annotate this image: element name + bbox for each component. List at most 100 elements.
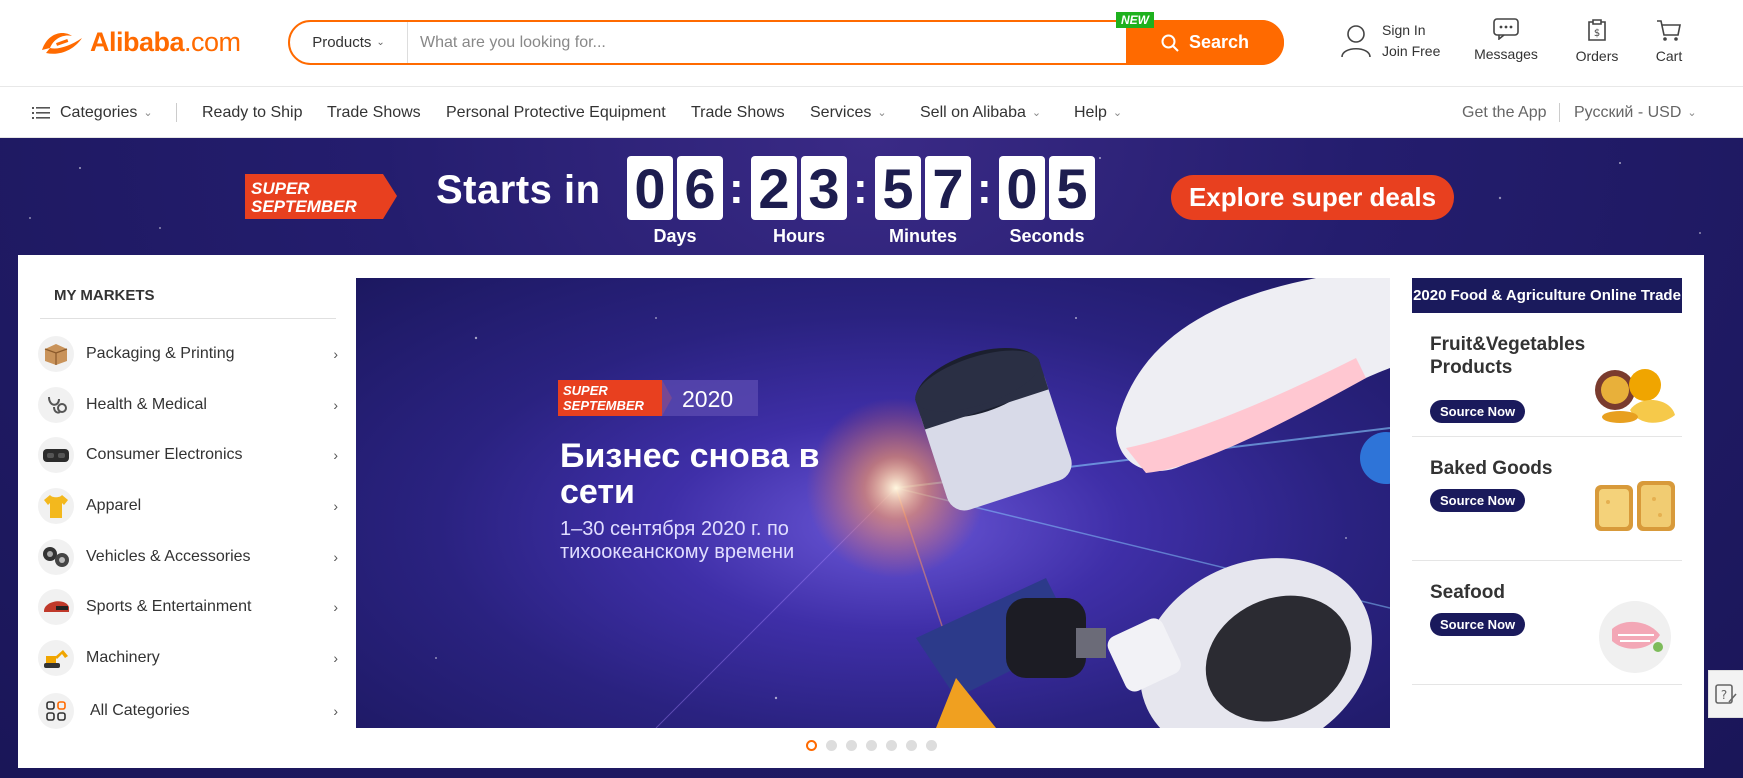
- market-label: Machinery: [86, 649, 160, 666]
- market-sports-entertainment[interactable]: Sports & Entertainment ›: [38, 587, 338, 627]
- digit: 5: [1049, 156, 1095, 220]
- market-apparel[interactable]: Apparel ›: [38, 486, 338, 526]
- user-icon: [1341, 25, 1371, 58]
- orders-label: Orders: [1575, 48, 1619, 64]
- minutes-label: Minutes: [888, 226, 957, 246]
- chevron-down-icon: ⌄: [1031, 107, 1042, 119]
- carousel-dot-active[interactable]: [806, 740, 817, 751]
- badge-line-2: SEPTEMBER: [251, 197, 358, 216]
- source-now-button[interactable]: Source Now: [1430, 400, 1526, 423]
- minutes-digits: 5 7: [875, 156, 975, 220]
- market-consumer-electronics[interactable]: Consumer Electronics ›: [38, 435, 338, 475]
- nav-divider: [1559, 103, 1560, 122]
- carousel-dot[interactable]: [886, 740, 897, 751]
- help-feedback-button[interactable]: ?: [1708, 670, 1743, 718]
- carousel-dots: [806, 740, 946, 751]
- hero-carousel-slide[interactable]: SUPER SEPTEMBER 2020 Бизнес снова в сети…: [356, 278, 1390, 728]
- digit: 3: [801, 156, 847, 220]
- nav-trade-shows-2[interactable]: Trade Shows: [691, 87, 785, 138]
- source-now-button[interactable]: Source Now: [1430, 613, 1526, 636]
- carousel-dot[interactable]: [926, 740, 937, 751]
- orders-icon: $: [1588, 19, 1606, 41]
- search-input[interactable]: [408, 22, 1242, 63]
- helmet-icon: [38, 589, 74, 625]
- chevron-right-icon: ›: [333, 599, 338, 615]
- messages-label: Messages: [1474, 46, 1538, 62]
- chevron-right-icon: ›: [333, 397, 338, 413]
- site-header: Alibaba.com Products ⌄ Search NEW Sign I…: [0, 0, 1743, 87]
- menu-list-icon: [32, 106, 50, 119]
- hours-digits: 2 3: [751, 156, 851, 220]
- search-category-select[interactable]: Products ⌄: [290, 22, 408, 63]
- digit: 5: [875, 156, 921, 220]
- nav-ppe[interactable]: Personal Protective Equipment: [446, 87, 666, 138]
- starts-in-label: Starts in: [436, 168, 601, 212]
- search-bar: Products ⌄ Search NEW: [288, 12, 1284, 65]
- main-panel: MY MARKETS Packaging & Printing › Health…: [18, 255, 1704, 768]
- source-now-button[interactable]: Source Now: [1430, 489, 1526, 512]
- categories-menu[interactable]: Categories ⌄: [32, 87, 153, 138]
- markets-divider: [40, 318, 336, 319]
- carousel-dot[interactable]: [846, 740, 857, 751]
- alibaba-logo-icon: [42, 32, 82, 54]
- hours-label: Hours: [772, 226, 825, 246]
- market-health-medical[interactable]: Health & Medical ›: [38, 385, 338, 425]
- market-label: Apparel: [86, 497, 142, 514]
- search-button-label: Search: [1188, 32, 1250, 52]
- box-icon: [38, 336, 74, 372]
- colon: :: [853, 164, 868, 213]
- excavator-icon: [38, 640, 74, 676]
- carousel-dot[interactable]: [866, 740, 877, 751]
- colon: :: [977, 164, 992, 213]
- svg-text:?: ?: [1721, 688, 1727, 702]
- messages-button[interactable]: Messages: [1466, 18, 1546, 62]
- nav-trade-shows[interactable]: Trade Shows: [327, 87, 421, 138]
- nav-help[interactable]: Help ⌄: [1074, 87, 1122, 138]
- seconds-label: Seconds: [1009, 226, 1085, 246]
- digit: 0: [627, 156, 673, 220]
- food-card-seafood[interactable]: Seafood Source Now: [1412, 561, 1682, 685]
- nav-services[interactable]: Services ⌄: [810, 87, 887, 138]
- alibaba-logo[interactable]: Alibaba.com: [38, 26, 241, 58]
- language-currency-select[interactable]: Русский - USD ⌄: [1574, 87, 1697, 138]
- food-card-title: Baked Goods: [1430, 458, 1553, 479]
- get-the-app-link[interactable]: Get the App: [1462, 87, 1547, 138]
- food-card-title: Seafood: [1430, 582, 1505, 603]
- days-digits: 0 6: [627, 156, 727, 220]
- seafood-image: [1599, 601, 1671, 673]
- digit: 6: [677, 156, 723, 220]
- chevron-right-icon: ›: [333, 549, 338, 565]
- messages-icon: [1493, 18, 1519, 40]
- carousel-dot[interactable]: [826, 740, 837, 751]
- chevron-down-icon: ⌄: [1687, 107, 1697, 119]
- nav-sell-on-alibaba[interactable]: Sell on Alibaba ⌄: [920, 87, 1041, 138]
- market-vehicles-accessories[interactable]: Vehicles & Accessories ›: [38, 537, 338, 577]
- market-all-categories[interactable]: All Categories ›: [38, 691, 338, 731]
- nav-ready-to-ship[interactable]: Ready to Ship: [202, 87, 303, 138]
- sign-in-link[interactable]: Sign In: [1382, 20, 1440, 41]
- hero-badge-line-2: SEPTEMBER: [563, 398, 645, 413]
- colon: :: [729, 164, 744, 213]
- market-machinery[interactable]: Machinery ›: [38, 638, 338, 678]
- market-label: Health & Medical: [86, 396, 207, 413]
- chevron-down-icon: ⌄: [376, 37, 385, 48]
- grid-icon: [38, 693, 74, 729]
- food-panel-header[interactable]: 2020 Food & Agriculture Online Trade: [1412, 278, 1682, 313]
- carousel-dot[interactable]: [906, 740, 917, 751]
- food-card-fruit[interactable]: Fruit&Vegetables Products Source Now: [1412, 313, 1682, 437]
- cart-button[interactable]: Cart: [1629, 18, 1709, 64]
- market-packaging-printing[interactable]: Packaging & Printing ›: [38, 334, 338, 374]
- category-navbar: Categories ⌄ Ready to Ship Trade Shows P…: [0, 87, 1743, 138]
- account-area[interactable]: Sign In Join Free: [1340, 20, 1440, 62]
- food-card-bakery[interactable]: Baked Goods Source Now: [1412, 437, 1682, 561]
- orders-button[interactable]: $ Orders: [1557, 18, 1637, 64]
- days-label: Days: [653, 226, 697, 246]
- cart-label: Cart: [1655, 48, 1683, 64]
- market-label: Consumer Electronics: [86, 446, 243, 463]
- feedback-icon: ?: [1715, 684, 1737, 704]
- explore-deals-button[interactable]: Explore super deals: [1171, 175, 1454, 220]
- market-label: Sports & Entertainment: [86, 598, 252, 615]
- logo-text: Alibaba.com: [90, 26, 241, 57]
- join-free-link[interactable]: Join Free: [1382, 41, 1440, 62]
- fruit-image: [1595, 369, 1675, 423]
